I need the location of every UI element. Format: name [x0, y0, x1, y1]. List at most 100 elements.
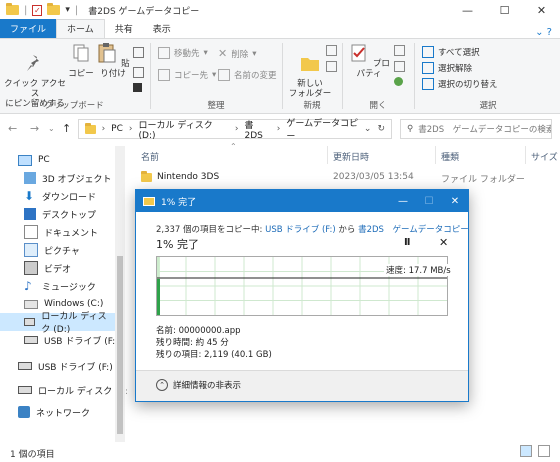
select-all-button[interactable]: すべて選択 — [422, 46, 480, 58]
nav-label: ネットワーク — [36, 408, 91, 419]
tab-home[interactable]: ホーム — [56, 19, 105, 38]
folder-icon — [141, 171, 152, 182]
tab-file[interactable]: ファイル — [0, 19, 57, 38]
dialog-footer: ⌃ 詳細情報の非表示 — [136, 370, 468, 401]
large-icons-view-icon[interactable] — [538, 445, 550, 457]
file-date: 2023/03/05 13:54 — [333, 172, 414, 182]
address-dropdown-icon[interactable]: ⌄ — [364, 124, 372, 134]
3d-objects-icon — [24, 172, 36, 184]
minimize-button[interactable]: — — [449, 0, 486, 20]
easy-access-icon[interactable] — [326, 61, 337, 72]
breadcrumb-folder[interactable]: 書2DS — [244, 118, 270, 141]
column-divider[interactable] — [435, 146, 436, 164]
forward-button[interactable]: → — [30, 122, 39, 135]
copy-to-button[interactable]: コピー先 ▾ — [158, 69, 216, 81]
nav-label: デスクトップ — [42, 210, 97, 221]
back-button[interactable]: ← — [8, 122, 17, 135]
pause-button[interactable]: II — [404, 237, 411, 248]
paste-button[interactable]: 貼り付け — [96, 42, 130, 79]
column-date[interactable]: 更新日時 — [333, 150, 369, 163]
history-icon[interactable] — [394, 77, 403, 86]
copy-icon — [73, 44, 89, 62]
remaining-items: 残りの項目: 2,119 (40.1 GB) — [156, 350, 272, 360]
nav-scroll-thumb[interactable] — [117, 256, 123, 434]
delete-label: 削除 — [231, 49, 249, 60]
new-item-icon[interactable] — [326, 45, 337, 56]
video-icon — [24, 261, 38, 275]
column-divider[interactable] — [327, 146, 328, 164]
select-group: すべて選択 選択解除 選択の切り替え 選択 — [416, 39, 560, 113]
select-none-label: 選択解除 — [438, 64, 473, 74]
select-group-label: 選択 — [479, 101, 497, 111]
properties-button[interactable]: プロパティ — [346, 42, 392, 79]
column-divider[interactable] — [525, 146, 526, 164]
dialog-maximize-button: ☐ — [424, 195, 434, 207]
invert-selection-button[interactable]: 選択の切り替え — [422, 78, 498, 90]
pictures-icon — [24, 243, 38, 257]
column-type[interactable]: 種類 — [441, 150, 459, 163]
copy-path-icon[interactable] — [133, 67, 144, 78]
dialog-title: 1% 完了 — [161, 197, 197, 208]
up-button[interactable]: ↑ — [62, 122, 71, 135]
nav-item-drive-d[interactable]: ローカル ディスク (D:) — [0, 312, 115, 335]
rename-button[interactable]: 名前の変更 — [218, 69, 277, 81]
open-icon[interactable] — [394, 45, 405, 56]
dialog-minimize-button[interactable]: — — [390, 190, 416, 212]
destination-link[interactable]: 書2DS ゲームデータコピー — [358, 225, 469, 235]
select-none-button[interactable]: 選択解除 — [422, 62, 472, 74]
cancel-copy-button[interactable]: ✕ — [439, 236, 448, 249]
copy-label: コピー — [68, 69, 94, 79]
breadcrumb-subfolder[interactable]: ゲームデータコピー — [286, 116, 364, 142]
move-to-button[interactable]: 移動先 ▾ — [158, 47, 208, 59]
details-view-icon[interactable] — [520, 445, 532, 457]
network-icon — [18, 406, 30, 418]
delete-button[interactable]: ✕ 削除 ▾ — [218, 47, 257, 60]
address-row: ← → ⌄ ↑ › PC › ローカル ディスク (D:) › 書2DS › ゲ… — [0, 114, 560, 144]
column-name[interactable]: 名前 — [141, 150, 159, 163]
organize-group-label: 整理 — [207, 101, 225, 111]
help-icon[interactable]: ⌄ ? — [535, 27, 560, 38]
nav-label: USB ドライブ (F:) — [38, 362, 113, 373]
address-bar[interactable]: › PC › ローカル ディスク (D:) › 書2DS › ゲームデータコピー… — [78, 116, 392, 142]
nav-label: ミュージック — [42, 282, 96, 293]
column-size[interactable]: サイズ — [531, 150, 558, 163]
ribbon-divider — [282, 43, 283, 109]
edit-icon[interactable] — [394, 61, 405, 72]
tab-view[interactable]: 表示 — [143, 20, 181, 38]
breadcrumb-drive[interactable]: ローカル ディスク (D:) — [139, 118, 229, 141]
new-group-label: 新規 — [303, 101, 321, 111]
nav-scrollbar[interactable] — [115, 146, 125, 442]
select-none-icon — [422, 62, 434, 74]
cut-icon[interactable] — [133, 47, 144, 58]
new-folder-quick-icon[interactable] — [47, 3, 61, 15]
nav-label: PC — [38, 155, 50, 165]
quick-access-dropdown-icon[interactable]: ▾ — [65, 5, 70, 15]
close-button[interactable]: ✕ — [523, 0, 560, 20]
nav-label: 3D オブジェクト — [42, 174, 112, 185]
tab-share[interactable]: 共有 — [105, 20, 143, 38]
details-toggle-button[interactable]: ⌃ 詳細情報の非表示 — [156, 379, 241, 391]
refresh-icon[interactable]: ↻ — [377, 124, 385, 134]
breadcrumb-pc[interactable]: PC — [111, 124, 123, 134]
move-icon — [158, 47, 170, 59]
collapse-chevron-icon: ⌃ — [156, 379, 168, 391]
source-link[interactable]: USB ドライブ (F:) — [265, 225, 336, 235]
select-all-label: すべて選択 — [438, 48, 480, 58]
paste-shortcut-icon[interactable] — [133, 83, 142, 92]
ribbon: クイック アクセス にピン留めする コピー 貼り付け クリップボード 移動先 ▾ … — [0, 38, 560, 114]
maximize-button[interactable]: ☐ — [486, 0, 523, 20]
usb-drive-icon — [24, 336, 38, 344]
open-group: プロパティ 開く — [344, 39, 412, 113]
window-title: 書2DS ゲームデータコピー — [88, 6, 200, 17]
dialog-close-button[interactable]: ✕ — [442, 190, 468, 212]
search-input[interactable]: ⚲ 書2DS ゲームデータコピーの検索 — [400, 119, 552, 139]
folder-icon — [6, 3, 19, 15]
nav-label: USB ドライブ (F:) — [44, 336, 119, 347]
copy-button[interactable]: コピー — [68, 42, 94, 79]
ribbon-tabs: ファイル ホーム 共有 表示 ⌄ ? — [0, 19, 560, 38]
recent-dropdown-icon[interactable]: ⌄ — [48, 124, 55, 133]
properties-check-icon[interactable]: ✓ — [32, 4, 43, 16]
copy-to-label: コピー先 — [174, 71, 209, 81]
nav-label: ビデオ — [44, 264, 72, 275]
table-row[interactable]: Nintendo 3DS 2023/03/05 13:54 ファイル フォルダー — [127, 168, 560, 186]
